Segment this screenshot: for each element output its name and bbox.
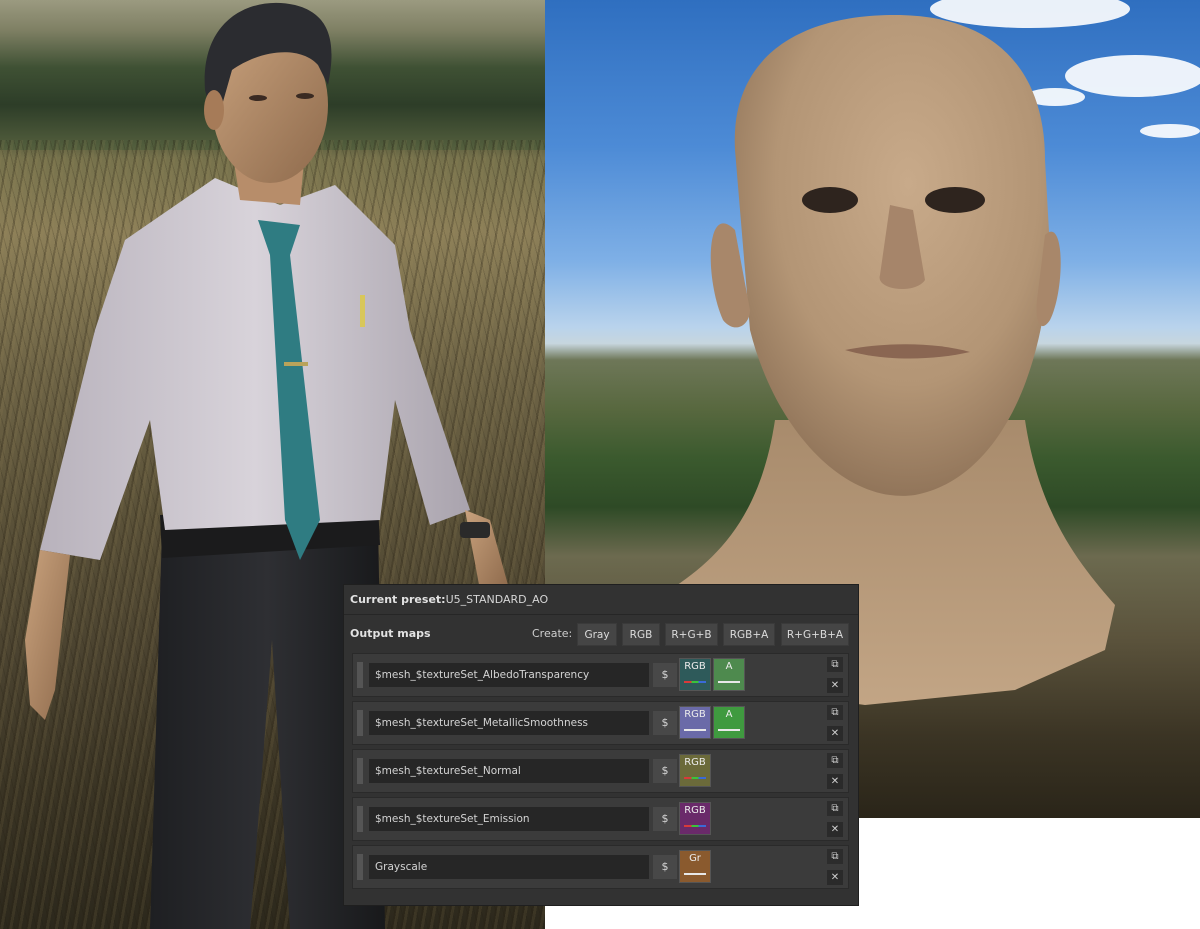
create-r-g-b-button[interactable]: R+G+B xyxy=(665,623,718,646)
channel-chip-rgb[interactable]: RGB xyxy=(679,754,711,787)
drag-handle[interactable] xyxy=(357,854,363,880)
output-maps-toolbar: Output maps Create: Gray RGB R+G+B RGB+A… xyxy=(344,620,858,648)
channel-chip-label: RGB xyxy=(684,661,706,672)
close-icon[interactable]: ✕ xyxy=(827,726,843,741)
output-map-row: $ RGB A ⧉ ✕ xyxy=(352,653,849,697)
drag-handle[interactable] xyxy=(357,806,363,832)
insert-variable-button[interactable]: $ xyxy=(653,759,677,783)
channel-chip-gray[interactable]: Gr xyxy=(679,850,711,883)
pocket-pen xyxy=(360,295,365,327)
channel-chip-label: A xyxy=(725,709,733,720)
close-icon[interactable]: ✕ xyxy=(827,774,843,789)
insert-variable-button[interactable]: $ xyxy=(653,663,677,687)
copy-icon[interactable]: ⧉ xyxy=(827,753,843,768)
output-map-row: $ RGB A ⧉ ✕ xyxy=(352,701,849,745)
tie-clip xyxy=(284,362,308,366)
copy-icon[interactable]: ⧉ xyxy=(827,705,843,720)
insert-variable-button[interactable]: $ xyxy=(653,855,677,879)
create-r-g-b-a-button[interactable]: R+G+B+A xyxy=(781,623,849,646)
output-map-row: $ RGB ⧉ ✕ xyxy=(352,797,849,841)
channel-bar xyxy=(718,729,740,731)
channel-bar xyxy=(684,825,706,827)
drag-handle[interactable] xyxy=(357,662,363,688)
channel-bar xyxy=(718,681,740,683)
channel-chip-a[interactable]: A xyxy=(713,658,745,691)
map-name-input[interactable] xyxy=(369,759,649,783)
output-maps-title: Output maps xyxy=(350,627,431,640)
channel-chip-label: RGB xyxy=(684,709,706,720)
ear xyxy=(204,90,224,130)
channel-chip-rgb[interactable]: RGB xyxy=(679,658,711,691)
create-rgb-button[interactable]: RGB xyxy=(622,623,660,646)
create-label: Create: xyxy=(532,627,573,640)
insert-variable-button[interactable]: $ xyxy=(653,711,677,735)
channel-chip-a[interactable]: A xyxy=(713,706,745,739)
channel-chip-label: A xyxy=(725,661,733,672)
channel-chip-rgb[interactable]: RGB xyxy=(679,706,711,739)
left-hand xyxy=(25,550,70,720)
map-name-input[interactable] xyxy=(369,663,649,687)
map-name-input[interactable] xyxy=(369,855,649,879)
drag-handle[interactable] xyxy=(357,758,363,784)
output-maps-panel: Current preset:U5_STANDARD_AO Output map… xyxy=(343,584,859,906)
close-icon[interactable]: ✕ xyxy=(827,822,843,837)
close-icon[interactable]: ✕ xyxy=(827,678,843,693)
create-rgb-a-button[interactable]: RGB+A xyxy=(723,623,775,646)
insert-variable-button[interactable]: $ xyxy=(653,807,677,831)
copy-icon[interactable]: ⧉ xyxy=(827,657,843,672)
close-icon[interactable]: ✕ xyxy=(827,870,843,885)
channel-bar xyxy=(684,873,706,875)
channel-bar xyxy=(684,777,706,779)
channel-bar xyxy=(684,681,706,683)
shirt xyxy=(40,178,470,560)
copy-icon[interactable]: ⧉ xyxy=(827,801,843,816)
channel-chip-label: Gr xyxy=(689,853,701,864)
channel-chip-label: RGB xyxy=(684,805,706,816)
preset-label: Current preset: xyxy=(350,593,446,606)
channel-chip-label: RGB xyxy=(684,757,706,768)
copy-icon[interactable]: ⧉ xyxy=(827,849,843,864)
preset-header: Current preset:U5_STANDARD_AO xyxy=(344,585,858,615)
map-name-input[interactable] xyxy=(369,807,649,831)
output-map-row: $ Gr ⧉ ✕ xyxy=(352,845,849,889)
create-gray-button[interactable]: Gray xyxy=(577,623,617,646)
preset-value[interactable]: U5_STANDARD_AO xyxy=(446,593,549,606)
drag-handle[interactable] xyxy=(357,710,363,736)
channel-chip-rgb[interactable]: RGB xyxy=(679,802,711,835)
wristwatch xyxy=(460,522,490,538)
map-name-input[interactable] xyxy=(369,711,649,735)
output-map-row: $ RGB ⧉ ✕ xyxy=(352,749,849,793)
channel-bar xyxy=(684,729,706,731)
